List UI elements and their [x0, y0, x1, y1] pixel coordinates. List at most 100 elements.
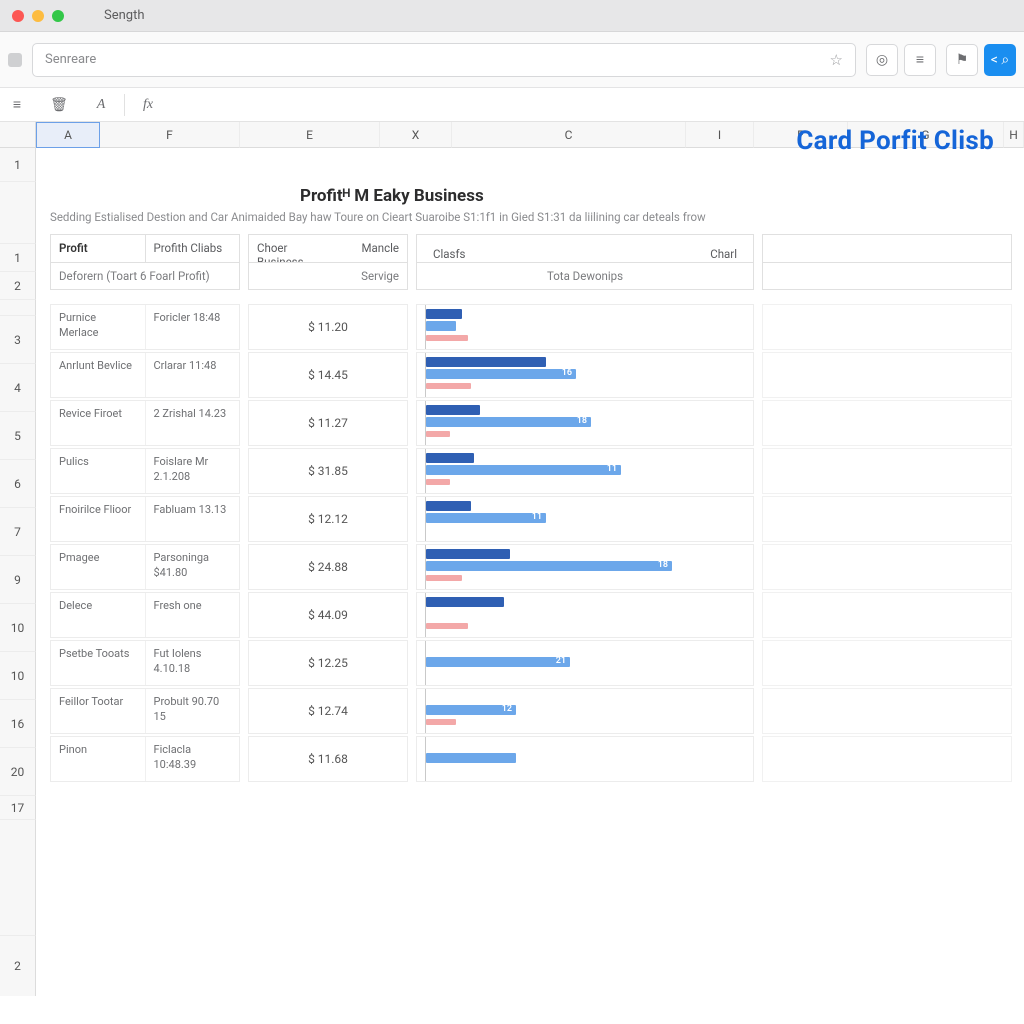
nav-back-icon[interactable] — [8, 53, 22, 67]
row-amount: $ 12.12 — [248, 496, 408, 542]
row-header[interactable]: 16 — [0, 700, 36, 748]
window-controls — [12, 10, 64, 22]
ext-list-icon[interactable]: ≡ — [904, 44, 936, 76]
close-icon[interactable] — [12, 10, 24, 22]
bookmark-star-icon[interactable]: ☆ — [830, 51, 843, 69]
row-name: Anrlunt Bevlice — [51, 353, 145, 397]
ext-search-button[interactable]: < ⌕ — [984, 44, 1016, 76]
row-spare — [762, 352, 1012, 398]
row-amount: $ 11.68 — [248, 736, 408, 782]
row-bar-chart — [416, 304, 754, 350]
row-header[interactable] — [0, 182, 36, 244]
row-spare — [762, 592, 1012, 638]
row-detail: Foricler 18:48 — [145, 305, 240, 349]
row-header[interactable]: 1 — [0, 244, 36, 272]
row-spare — [762, 400, 1012, 446]
column-header[interactable]: A — [36, 122, 100, 148]
bar-dark — [426, 453, 474, 463]
table-row: Anrlunt BevliceCrlarar 11:48$ 14.4516 — [50, 352, 1016, 398]
ext-globe-icon[interactable]: ◎ — [866, 44, 898, 76]
window-title: Sength — [104, 8, 145, 23]
fx-icon-2[interactable]: fx — [137, 97, 159, 113]
row-header[interactable]: 4 — [0, 364, 36, 412]
row-header[interactable]: 17 — [0, 796, 36, 820]
row-header[interactable]: 1 — [0, 148, 36, 182]
row-name-cell: PmageeParsoninga $41.80 — [50, 544, 240, 590]
minimize-icon[interactable] — [32, 10, 44, 22]
table-row: Revice Firoet2 Zrishal 14.23$ 11.2718 — [50, 400, 1016, 446]
row-header[interactable]: 20 — [0, 748, 36, 796]
row-spare — [762, 544, 1012, 590]
row-amount: $ 31.85 — [248, 448, 408, 494]
sheet-canvas[interactable]: A F E X C I F G H Card Porfit Clisb Prof… — [36, 122, 1024, 1024]
row-header[interactable]: 10 — [0, 604, 36, 652]
select-all-corner[interactable] — [0, 122, 36, 148]
row-header[interactable]: 2 — [0, 272, 36, 300]
row-name: Revice Firoet — [51, 401, 145, 445]
row-header[interactable]: 10 — [0, 652, 36, 700]
column-header[interactable]: X — [380, 122, 452, 148]
row-name: Feillor Tootar — [51, 689, 145, 733]
bar-pink — [426, 335, 468, 341]
page-title: Card Porfit Clisb — [796, 126, 994, 156]
maximize-icon[interactable] — [52, 10, 64, 22]
row-name: Pulics — [51, 449, 145, 493]
row-detail: Foislare Mr 2.1.208 — [145, 449, 240, 493]
column-header[interactable]: E — [240, 122, 380, 148]
column-header[interactable]: F — [100, 122, 240, 148]
ext-flag-icon[interactable]: ⚑ — [946, 44, 978, 76]
omnibox[interactable]: Senreare ☆ — [32, 43, 856, 77]
row-amount: $ 12.74 — [248, 688, 408, 734]
section-header: Profitᴴ M Eaky Business Sedding Estialis… — [50, 186, 1016, 224]
bar-pink — [426, 383, 471, 389]
row-header[interactable]: 2 — [0, 936, 36, 996]
column-header[interactable]: H — [1004, 122, 1024, 148]
menu-icon[interactable]: ≡ — [6, 96, 28, 113]
sheet: 1 1 2 3 4 5 6 7 9 10 10 16 20 17 2 A F E… — [0, 122, 1024, 1024]
row-header[interactable]: 3 — [0, 316, 36, 364]
row-detail: Probult 90.70 15 — [145, 689, 240, 733]
row-header[interactable]: 7 — [0, 508, 36, 556]
row-name-cell: DeleceFresh one — [50, 592, 240, 638]
bar-light: 21 — [426, 657, 570, 667]
row-amount: $ 12.25 — [248, 640, 408, 686]
bar-light: 18 — [426, 417, 591, 427]
table-row: Psetbe TooatsFut Iolens 4.10.18$ 12.25 21 — [50, 640, 1016, 686]
table-row: Purnice MerlaceForicler 18:48$ 11.20 — [50, 304, 1016, 350]
row-amount: $ 24.88 — [248, 544, 408, 590]
bar-light — [426, 753, 516, 763]
column-header[interactable]: I — [686, 122, 754, 148]
address-bar: Senreare ☆ ◎ ≡ ⚑ < ⌕ — [0, 32, 1024, 88]
row-amount: $ 11.20 — [248, 304, 408, 350]
row-detail: Fresh one — [145, 593, 240, 637]
row-header[interactable]: 6 — [0, 460, 36, 508]
row-amount: $ 44.09 — [248, 592, 408, 638]
bar-dark — [426, 549, 510, 559]
row-name-cell: Purnice MerlaceForicler 18:48 — [50, 304, 240, 350]
bar-light: 18 — [426, 561, 672, 571]
column-header[interactable]: C — [452, 122, 686, 148]
fx-icon-1[interactable]: A — [90, 97, 112, 113]
row-name: Psetbe Tooats — [51, 641, 145, 685]
bar-label: 12 — [502, 704, 512, 714]
bar-pink — [426, 719, 456, 725]
row-amount: $ 11.27 — [248, 400, 408, 446]
table-rows: Purnice MerlaceForicler 18:48$ 11.20Anrl… — [50, 304, 1016, 784]
row-name-cell: PulicsFoislare Mr 2.1.208 — [50, 448, 240, 494]
bar-light: 11 — [426, 465, 621, 475]
row-name-cell: Psetbe TooatsFut Iolens 4.10.18 — [50, 640, 240, 686]
extension-group-1: ◎ ≡ — [866, 44, 936, 76]
row-name-cell: Feillor TootarProbult 90.70 15 — [50, 688, 240, 734]
titlebar: Sength — [0, 0, 1024, 32]
trash-icon[interactable]: 🗑 — [48, 97, 70, 113]
row-header[interactable] — [0, 820, 36, 936]
row-header[interactable]: 9 — [0, 556, 36, 604]
bar-label: 18 — [577, 416, 587, 426]
bar-dark — [426, 501, 471, 511]
row-spare — [762, 304, 1012, 350]
row-header[interactable] — [0, 300, 36, 316]
row-name-cell: Fnoirilce FlioorFabluam 13.13 — [50, 496, 240, 542]
section-title: Profitᴴ M Eaky Business — [300, 186, 1016, 206]
bar-dark — [426, 357, 546, 367]
row-header[interactable]: 5 — [0, 412, 36, 460]
